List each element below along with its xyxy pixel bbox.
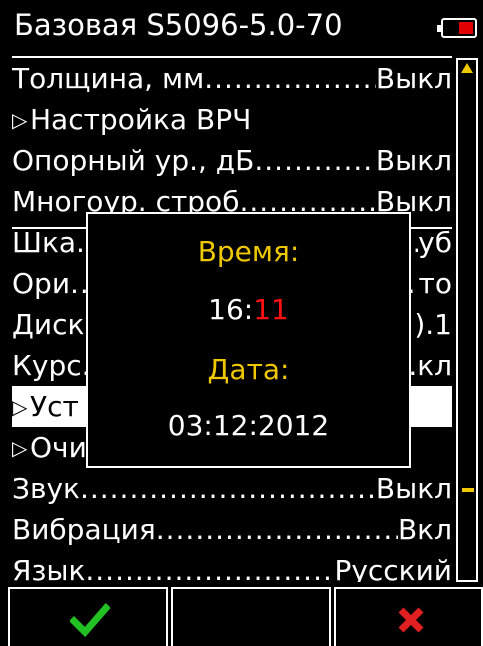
ok-softkey[interactable] bbox=[8, 587, 168, 646]
menu-item-value: Русский bbox=[334, 553, 452, 583]
leader-dots bbox=[85, 551, 334, 583]
menu-item-label: Диск bbox=[12, 307, 85, 341]
menu-item-label: Звук bbox=[12, 471, 80, 505]
time-minutes[interactable]: 11 bbox=[253, 293, 289, 326]
cancel-softkey[interactable] bbox=[334, 587, 483, 646]
scroll-up-arrow-icon[interactable] bbox=[460, 62, 474, 74]
submenu-arrow-icon: ▷ bbox=[12, 107, 28, 132]
leader-dots bbox=[156, 510, 398, 550]
battery-icon bbox=[437, 18, 477, 38]
datetime-dialog: Время: 16:11 Дата: 03:12:2012 bbox=[86, 212, 411, 468]
menu-item-label: Очи bbox=[30, 430, 87, 464]
menu-item-tcg-setup[interactable]: ▷ Настройка ВРЧ bbox=[12, 99, 452, 140]
submenu-arrow-icon: ▷ bbox=[12, 394, 28, 419]
menu-item-sound[interactable]: Звук Выкл bbox=[12, 468, 452, 509]
leader-dots bbox=[254, 141, 376, 181]
menu-item-label: Толщина, мм bbox=[12, 61, 205, 95]
middle-softkey[interactable] bbox=[171, 587, 331, 646]
time-value[interactable]: 16:11 bbox=[88, 292, 409, 328]
menu-item-label: Ори bbox=[12, 266, 71, 300]
menu-item-value: Выкл bbox=[375, 61, 452, 95]
menu-item-label: Опорный ур., дБ bbox=[12, 143, 255, 177]
date-value[interactable]: 03:12:2012 bbox=[88, 408, 409, 444]
menu-item-value: Вкл bbox=[397, 512, 452, 546]
menu-item-value: Выкл bbox=[375, 471, 452, 505]
menu-item-reference-level[interactable]: Опорный ур., дБ Выкл bbox=[12, 140, 452, 181]
menu-item-thickness[interactable]: Толщина, мм Выкл bbox=[12, 58, 452, 99]
menu-item-label: Вибрация bbox=[12, 512, 156, 546]
menu-item-language[interactable]: Язык Русский bbox=[12, 550, 452, 583]
header-divider bbox=[12, 56, 452, 58]
checkmark-icon bbox=[70, 603, 110, 637]
submenu-arrow-icon: ▷ bbox=[12, 435, 28, 460]
menu-item-label: Настройка ВРЧ bbox=[30, 102, 252, 136]
time-hours: 16: bbox=[208, 293, 254, 326]
menu-item-value: ).1 bbox=[414, 307, 452, 341]
profile-title: Базовая S5096-5.0-70 bbox=[14, 8, 343, 42]
cross-icon bbox=[398, 607, 424, 633]
menu-item-value: то bbox=[418, 266, 452, 300]
scrollbar[interactable] bbox=[456, 58, 478, 582]
header: Базовая S5096-5.0-70 bbox=[0, 0, 483, 50]
leader-dots bbox=[80, 469, 376, 509]
date-label: Дата: bbox=[207, 353, 290, 386]
menu-item-value: кл bbox=[417, 348, 452, 382]
leader-dots bbox=[204, 59, 376, 99]
menu-item-value: Выкл bbox=[375, 143, 452, 177]
time-label: Время: bbox=[197, 235, 300, 268]
scrollbar-thumb[interactable] bbox=[462, 488, 474, 492]
menu-item-label: Курс bbox=[12, 348, 82, 382]
menu-item-label: Уст bbox=[30, 389, 79, 423]
softkey-bar bbox=[0, 587, 483, 646]
menu-item-vibration[interactable]: Вибрация Вкл bbox=[12, 509, 452, 550]
menu-item-label: Язык bbox=[12, 553, 86, 583]
